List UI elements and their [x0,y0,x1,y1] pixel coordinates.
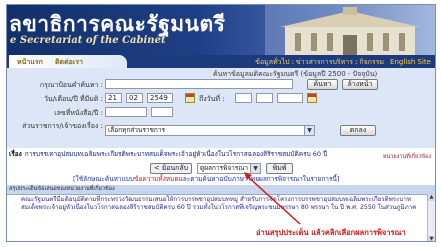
browser-page: ลขาธิการคณะรัฐมนตรี e Secretariat of the… [6,4,436,242]
nav-item-activities[interactable]: กิจกรรม [359,58,384,66]
reset-button[interactable]: ล้างหน้า [342,79,378,90]
dept-row: ส่วนราชการ/เจ้าของเรื่อง : เลือกทุกส่วนร… [7,121,435,141]
tab-contact[interactable]: ติดต่อเรา [55,57,83,68]
to-year-input[interactable] [277,93,303,103]
nav-item-general[interactable]: ข้อมูลทั่วไป [255,58,289,66]
view-select-value: ดูผลการพิจารณา [200,164,249,172]
calendar-icon[interactable] [307,93,317,103]
month-input[interactable]: 02 [126,93,143,103]
to-date-label: ถึงวันที่ : [199,95,225,103]
print-button[interactable]: พิมพ์ [266,163,293,174]
back-button[interactable]: < ย้อนกลับ [150,163,192,174]
ref-year-input[interactable] [151,107,173,117]
search-mode-highlight: ข้อความทั้งหมด [134,175,179,183]
nav-item-english[interactable]: English Site [390,58,431,66]
top-nav: ข้อมูลทั่วไป: ข่าวสารการบริหาร: กิจกรรม Eng… [255,58,431,66]
scroll-up-icon[interactable]: ▲ [428,194,435,201]
related-agency-tag[interactable]: หน่วยงานที่เกี่ยวข้อง [383,154,431,160]
day-input[interactable]: 21 [105,93,122,103]
keyword-row: กรุณาป้อนคำค้นหา : ค้นหา ล้างหน้า [7,79,435,90]
search-button[interactable]: ค้นหา [307,79,338,90]
department-select-value: เลือกทุกส่วนราชการ [108,126,165,134]
summary-header: สรุปประเด็นข้อเสนอของหน่วยงานที่เกี่ยวข้… [7,185,435,194]
summary-scrollbar[interactable]: ▲ ▼ [427,194,435,241]
dept-label: ส่วนราชการ/เจ้าของเรื่อง : [22,122,103,130]
header-banner: ลขาธิการคณะรัฐมนตรี e Secretariat of the… [7,5,435,55]
department-select[interactable]: เลือกทุกส่วนราชการ ▼ [105,125,315,136]
date-label: วัน/เดือน/ปี ที่มีมติ : [43,95,103,103]
keyword-input[interactable] [105,79,293,89]
view-select[interactable]: ดูผลการพิจารณา ▼ [197,163,261,174]
subject-label: เรื่อง [9,150,22,158]
ref-number-input[interactable] [105,107,147,117]
keyword-label: กรุณาป้อนคำค้นหา : [39,81,103,89]
search-mode-text: ใช้ลักษณะค้นหาแบบ [75,175,135,183]
subject-text: การบรรเทาอุปสมบทเฉลิมพระเกียรติพระบาทสมเ… [24,150,328,158]
to-month-input[interactable] [256,93,273,103]
date-row: วัน/เดือน/ปี ที่มีมติ : 21 02 2549 ถึงวั… [7,93,435,104]
annotation-text: อ่านสรุปประเด็น แล้วคลิกเลือกผลการพิจารณ… [256,228,406,237]
department-ok-button[interactable]: ตกลง [340,125,376,136]
tab-group: หน้าแรก ติดต่อเรา [9,55,127,68]
to-day-input[interactable] [235,93,252,103]
site-subtitle: e Secretariat of the Cabinet [10,35,166,46]
menu-strip: หน้าแรก ติดต่อเรา ข้อมูลทั่วไป: ข่าวสารกา… [7,55,435,68]
chevron-down-icon: ▼ [304,126,314,135]
chevron-down-icon: ▼ [250,164,260,173]
search-mode-rest: และตามค้นหาฉบับภาษาไทยผลการพิจารณาในรายก… [178,175,337,183]
subject-row: เรื่อง การบรรเทาอุปสมบทเฉลิมพระเกียรติพระ… [7,148,435,160]
year-input[interactable]: 2549 [147,93,173,103]
search-form: ค้นหาข้อมูลมติคณะรัฐมนตรี (ข้อมูลปี 2500… [7,68,435,148]
scroll-down-icon[interactable]: ▼ [428,236,435,241]
government-building-image [265,5,435,55]
search-mode-link[interactable]: [ใช้ลักษณะค้นหาแบบข้อความทั้งหมดและตามค้… [73,174,339,184]
calendar-icon[interactable] [185,93,195,103]
ref-row: เลขที่หนังสือ/ปี : [7,107,435,118]
ref-label: เลขที่หนังสือ/ปี : [54,109,103,117]
navigation-row: < ย้อนกลับ ดูผลการพิจารณา ▼ พิมพ์ [ใช้ลั… [7,161,435,183]
nav-item-news[interactable]: ข่าวสารการบริหาร [296,58,353,66]
tab-home[interactable]: หน้าแรก [17,57,43,68]
